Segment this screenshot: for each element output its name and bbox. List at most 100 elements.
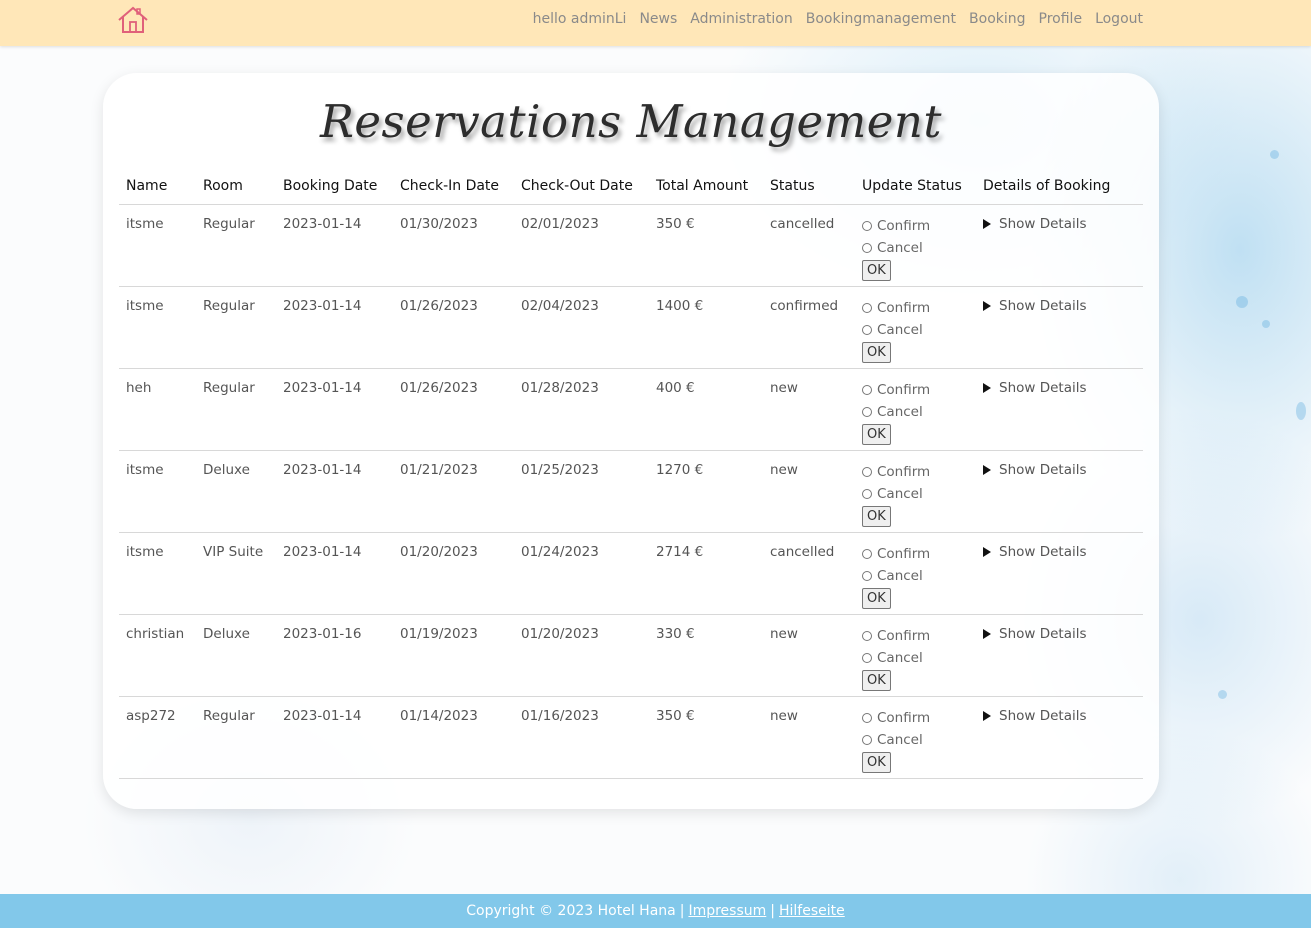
cancel-label: Cancel — [877, 486, 923, 502]
ok-button[interactable]: OK — [862, 588, 891, 609]
cell-check-out: 01/16/2023 — [521, 708, 599, 724]
column-header-booking-date: Booking Date — [283, 178, 378, 194]
show-details-toggle[interactable]: Show Details — [983, 626, 1143, 642]
confirm-label: Confirm — [877, 546, 931, 562]
confirm-radio-option[interactable]: Confirm — [862, 707, 976, 729]
background-dot — [1236, 296, 1248, 308]
nav-link-profile[interactable]: Profile — [1039, 11, 1083, 27]
cell-total-amount: 400 € — [656, 380, 695, 396]
cell-update-status: Confirm Cancel OK — [855, 287, 976, 369]
show-details-toggle[interactable]: Show Details — [983, 462, 1143, 478]
confirm-radio-option[interactable]: Confirm — [862, 215, 976, 237]
impressum-link[interactable]: Impressum — [688, 903, 766, 919]
cancel-radio-option[interactable]: Cancel — [862, 401, 976, 423]
cell-update-status: Confirm Cancel OK — [855, 369, 976, 451]
radio-icon[interactable] — [862, 653, 872, 663]
show-details-toggle[interactable]: Show Details — [983, 216, 1143, 232]
show-details-label: Show Details — [999, 626, 1087, 642]
ok-button[interactable]: OK — [862, 670, 891, 691]
radio-icon[interactable] — [862, 407, 872, 417]
cell-update-status: Confirm Cancel OK — [855, 451, 976, 533]
nav-link-administration[interactable]: Administration — [690, 11, 792, 27]
confirm-radio-option[interactable]: Confirm — [862, 625, 976, 647]
ok-button[interactable]: OK — [862, 424, 891, 445]
cell-status: new — [770, 380, 798, 396]
cell-total-amount: 330 € — [656, 626, 695, 642]
cell-booking-date: 2023-01-14 — [283, 216, 362, 232]
radio-icon[interactable] — [862, 303, 872, 313]
cell-name: itsme — [126, 462, 164, 478]
cell-details: Show Details — [976, 287, 1143, 369]
cancel-radio-option[interactable]: Cancel — [862, 237, 976, 259]
radio-icon[interactable] — [862, 385, 872, 395]
cancel-radio-option[interactable]: Cancel — [862, 647, 976, 669]
reservations-card: Reservations Management Name Room Bookin… — [103, 73, 1159, 809]
house-icon[interactable] — [116, 5, 150, 35]
cancel-label: Cancel — [877, 650, 923, 666]
ok-button[interactable]: OK — [862, 506, 891, 527]
ok-button[interactable]: OK — [862, 260, 891, 281]
nav-link-news[interactable]: News — [639, 11, 677, 27]
radio-icon[interactable] — [862, 631, 872, 641]
radio-icon[interactable] — [862, 735, 872, 745]
nav-link-booking[interactable]: Booking — [969, 11, 1026, 27]
cell-check-in: 01/30/2023 — [400, 216, 478, 232]
table-row: itsme Regular 2023-01-14 01/26/2023 02/04/20… — [119, 287, 1143, 369]
nav-link-bookingmanagement[interactable]: Bookingmanagement — [806, 11, 956, 27]
radio-icon[interactable] — [862, 467, 872, 477]
cancel-radio-option[interactable]: Cancel — [862, 729, 976, 751]
radio-icon[interactable] — [862, 325, 872, 335]
disclosure-triangle-icon — [983, 465, 991, 475]
show-details-toggle[interactable]: Show Details — [983, 380, 1143, 396]
confirm-radio-option[interactable]: Confirm — [862, 297, 976, 319]
top-navbar: hello adminLi News Administration Bookin… — [0, 0, 1311, 46]
column-header-total-amount: Total Amount — [656, 178, 749, 194]
radio-icon[interactable] — [862, 489, 872, 499]
confirm-radio-option[interactable]: Confirm — [862, 461, 976, 483]
footer: Copyright © 2023 Hotel Hana | Impressum … — [0, 894, 1311, 928]
cell-total-amount: 1270 € — [656, 462, 704, 478]
confirm-label: Confirm — [877, 628, 931, 644]
footer-separator: | — [679, 903, 685, 919]
cell-booking-date: 2023-01-14 — [283, 544, 362, 560]
confirm-radio-option[interactable]: Confirm — [862, 543, 976, 565]
cell-update-status: Confirm Cancel OK — [855, 615, 976, 697]
radio-icon[interactable] — [862, 243, 872, 253]
ok-button[interactable]: OK — [862, 752, 891, 773]
cell-booking-date: 2023-01-14 — [283, 462, 362, 478]
column-header-name: Name — [126, 178, 168, 194]
cancel-radio-option[interactable]: Cancel — [862, 565, 976, 587]
confirm-label: Confirm — [877, 300, 931, 316]
radio-icon[interactable] — [862, 221, 872, 231]
cell-room: Regular — [203, 708, 255, 724]
radio-icon[interactable] — [862, 549, 872, 559]
cell-check-out: 01/25/2023 — [521, 462, 599, 478]
cell-details: Show Details — [976, 451, 1143, 533]
cell-name: itsme — [126, 544, 164, 560]
cancel-radio-option[interactable]: Cancel — [862, 483, 976, 505]
radio-icon[interactable] — [862, 713, 872, 723]
table-header-row: Name Room Booking Date Check-In Date Che… — [119, 168, 1143, 205]
cancel-label: Cancel — [877, 240, 923, 256]
cancel-radio-option[interactable]: Cancel — [862, 319, 976, 341]
radio-icon[interactable] — [862, 571, 872, 581]
cell-status: cancelled — [770, 216, 835, 232]
disclosure-triangle-icon — [983, 219, 991, 229]
cell-details: Show Details — [976, 369, 1143, 451]
show-details-toggle[interactable]: Show Details — [983, 298, 1143, 314]
help-link[interactable]: Hilfeseite — [779, 903, 845, 919]
cell-check-out: 01/28/2023 — [521, 380, 599, 396]
confirm-radio-option[interactable]: Confirm — [862, 379, 976, 401]
cell-room: Regular — [203, 216, 255, 232]
column-header-details: Details of Booking — [983, 178, 1111, 194]
table-row: asp272 Regular 2023-01-14 01/14/2023 01/16/2… — [119, 697, 1143, 779]
cell-status: new — [770, 462, 798, 478]
ok-button[interactable]: OK — [862, 342, 891, 363]
nav-link-logout[interactable]: Logout — [1095, 11, 1143, 27]
show-details-toggle[interactable]: Show Details — [983, 544, 1143, 560]
cell-check-in: 01/20/2023 — [400, 544, 478, 560]
column-header-room: Room — [203, 178, 243, 194]
cell-check-in: 01/14/2023 — [400, 708, 478, 724]
cell-check-out: 02/04/2023 — [521, 298, 599, 314]
show-details-toggle[interactable]: Show Details — [983, 708, 1143, 724]
